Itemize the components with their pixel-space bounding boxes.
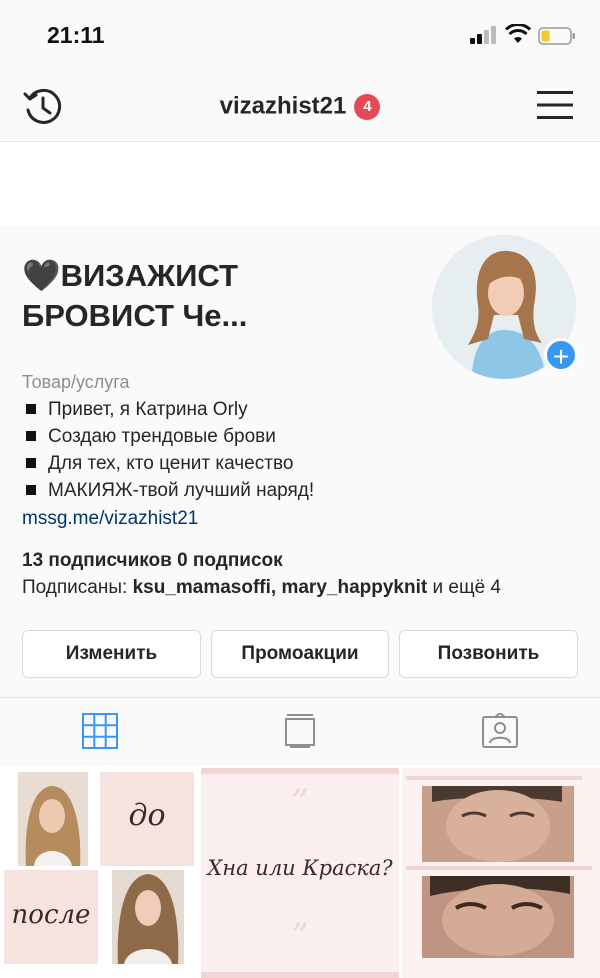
square-bullet-icon bbox=[26, 457, 36, 468]
grid-icon[interactable] bbox=[82, 713, 118, 749]
square-bullet-icon bbox=[26, 430, 36, 441]
tv-icon[interactable] bbox=[282, 713, 318, 749]
following-count[interactable]: 0 подписок bbox=[177, 550, 283, 571]
notification-badge: 4 bbox=[354, 93, 381, 120]
hamburger-menu-icon[interactable] bbox=[537, 90, 573, 120]
banner-area bbox=[0, 142, 600, 226]
promotions-button[interactable]: Промоакции bbox=[211, 630, 389, 678]
before-label: до bbox=[128, 798, 166, 833]
quote-mark-icon: ” bbox=[291, 782, 309, 822]
business-category: Товар/услуга bbox=[22, 372, 130, 392]
square-bullet-icon bbox=[26, 403, 36, 414]
bio-line: Создаю трендовые брови bbox=[22, 426, 276, 448]
profile-stats: 13 подписчиков 0 подписок bbox=[22, 550, 283, 572]
square-bullet-icon bbox=[26, 484, 36, 495]
profile-username-header[interactable]: vizazhist21 4 bbox=[0, 92, 600, 121]
wifi-icon bbox=[505, 24, 531, 43]
plus-icon: + bbox=[552, 341, 570, 372]
status-time: 21:11 bbox=[47, 22, 105, 48]
tagged-icon[interactable] bbox=[482, 713, 518, 749]
post-thumbnail[interactable] bbox=[402, 768, 600, 978]
quote-mark-icon: ” bbox=[291, 916, 309, 956]
cellular-signal-icon bbox=[470, 26, 496, 44]
bio-line: Для тех, кто ценит качество bbox=[22, 453, 293, 475]
quote-text: Хна или Краска? bbox=[207, 856, 393, 880]
battery-icon bbox=[538, 27, 575, 45]
profile-name-line-1: 🖤ВИЗАЖИСТ bbox=[22, 258, 238, 293]
bio-line: Привет, я Катрина Orly bbox=[22, 399, 248, 421]
add-story-button[interactable]: + bbox=[544, 338, 578, 372]
followed-by-users: ksu_mamasoffi, mary_happyknit bbox=[132, 577, 428, 598]
post-thumbnail[interactable]: до после bbox=[0, 768, 198, 978]
after-label: после bbox=[11, 900, 91, 930]
bio-line: МАКИЯЖ-твой лучший наряд! bbox=[22, 480, 314, 502]
profile-name-line-2: БРОВИСТ Че... bbox=[22, 298, 248, 333]
edit-profile-button[interactable]: Изменить bbox=[22, 630, 201, 678]
call-button[interactable]: Позвонить bbox=[399, 630, 578, 678]
bio-link[interactable]: mssg.me/vizazhist21 bbox=[22, 508, 198, 530]
followers-count[interactable]: 13 подписчиков bbox=[22, 550, 172, 571]
profile-name: 🖤ВИЗАЖИСТ БРОВИСТ Че... bbox=[22, 256, 402, 336]
username: vizazhist21 bbox=[219, 92, 347, 120]
followed-by[interactable]: Подписаны: ksu_mamasoffi, mary_happyknit… bbox=[22, 577, 501, 599]
post-thumbnail[interactable]: ” Хна или Краска? ” bbox=[201, 768, 399, 978]
